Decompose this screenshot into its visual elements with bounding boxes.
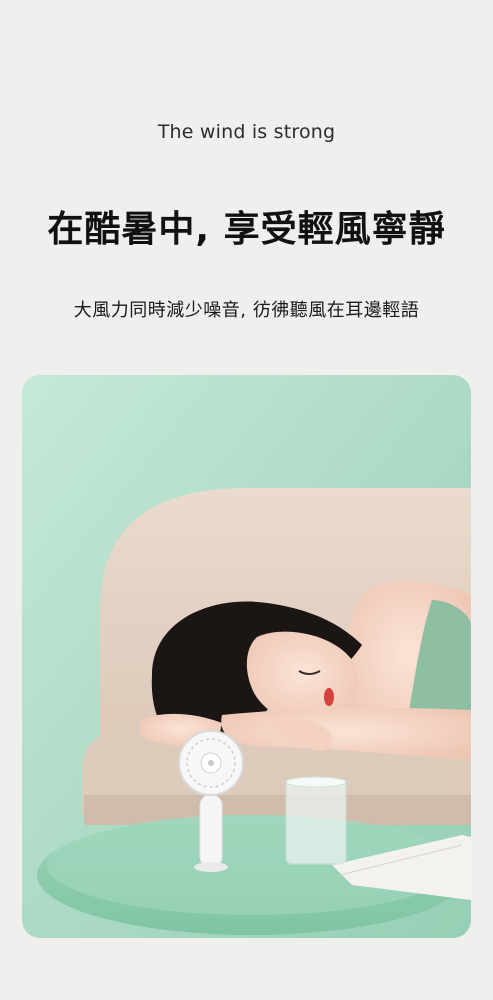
fan-handle (199, 794, 223, 868)
tagline: The wind is strong (157, 121, 336, 143)
water-glass (285, 779, 347, 865)
subline: 大風力同時減少噪音, 彷彿聽風在耳邊輕語 (73, 300, 420, 321)
product-photo (22, 375, 471, 938)
woman-lips (324, 688, 334, 706)
photo-illustration (22, 375, 471, 938)
headline: 在酷暑中, 享受輕風寧靜 (47, 209, 446, 250)
